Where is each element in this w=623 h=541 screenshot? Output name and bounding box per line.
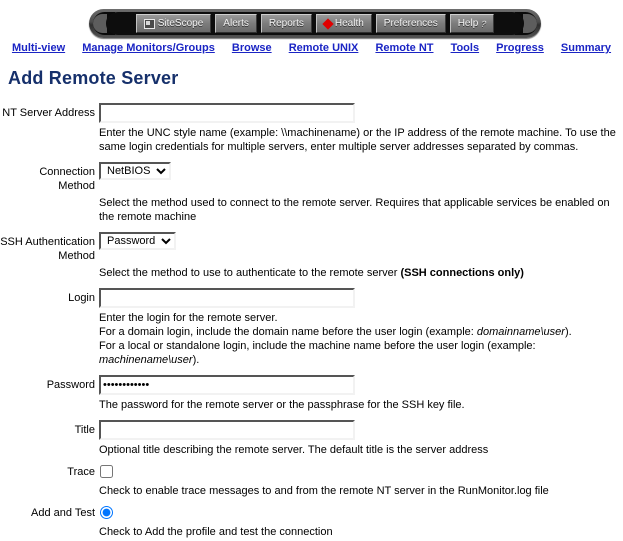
ssh-auth-method-help: Select the method to use to authenticate… — [99, 266, 619, 280]
add-and-test-label: Add and Test — [30, 507, 95, 519]
server-address-input[interactable] — [99, 103, 355, 123]
ssh-auth-method-help-text: Select the method to use to authenticate… — [99, 267, 401, 279]
nav-link-tools[interactable]: Tools — [451, 42, 480, 54]
login-help-line-2: For a domain login, include the domain n… — [99, 325, 619, 339]
add-and-test-help: Check to Add the profile and test the co… — [99, 526, 333, 538]
login-help-line-3: For a local or standalone login, include… — [99, 339, 619, 367]
connection-method-help: Select the method used to connect to the… — [99, 197, 610, 223]
toolbar-button-label: SiteScope — [157, 18, 204, 29]
toolbar-button-label: Help — [457, 18, 479, 29]
login-help-line-3-example: machinename\user — [99, 354, 193, 366]
server-address-label: NT Server Address — [2, 107, 95, 119]
field-row-ssh-auth-method: SSH Authentication Method Password — [0, 232, 623, 263]
field-row-connection-method: Connection Method NetBIOS — [0, 162, 623, 193]
login-help-line-1: Enter the login for the remote server. — [99, 312, 278, 324]
login-help-line-3-prefix: For a local or standalone login, include… — [99, 340, 536, 352]
trace-label: Trace — [67, 466, 95, 478]
nav-link-remote-unix[interactable]: Remote UNIX — [289, 42, 359, 54]
add-remote-server-form: NT Server Address Enter the UNC style na… — [0, 103, 623, 541]
toolbar-button-label: Health — [334, 18, 364, 29]
toolbar-button-alerts[interactable]: Alerts — [215, 14, 257, 33]
nav-link-summary[interactable]: Summary — [561, 42, 611, 54]
ssh-auth-method-select[interactable]: Password — [99, 232, 176, 250]
question-mark-icon: ? — [480, 18, 487, 29]
toolbar-button-health[interactable]: Health — [315, 14, 372, 33]
toolbar-button-label: Reports — [268, 18, 304, 29]
ssh-auth-method-help-bold: (SSH connections only) — [400, 267, 524, 279]
login-help-line-3-suffix: ). — [192, 354, 200, 366]
password-help: The password for the remote server or th… — [99, 399, 465, 411]
login-label: Login — [68, 292, 95, 304]
toolbar-button-label: Alerts — [223, 18, 249, 29]
login-help-line-2-suffix: ). — [564, 326, 572, 338]
connection-method-select[interactable]: NetBIOS — [99, 162, 171, 180]
login-help-line-2-example: domainname\user — [476, 326, 565, 338]
toolbar-button-reports[interactable]: Reports — [260, 14, 312, 33]
title-input[interactable] — [99, 420, 355, 440]
login-help: Enter the login for the remote server. F… — [99, 311, 619, 367]
server-address-help: Enter the UNC style name (example: \\mac… — [99, 127, 616, 153]
toolbar-button-sitescope[interactable]: SiteScope — [135, 14, 212, 33]
nav-link-manage-monitors[interactable]: Manage Monitors/Groups — [82, 42, 215, 54]
page-title: Add Remote Server — [8, 68, 179, 88]
nav-link-multi-view[interactable]: Multi-view — [12, 42, 65, 54]
secondary-navigation: Multi-view Manage Monitors/Groups Browse… — [0, 40, 623, 54]
login-input[interactable] — [99, 288, 355, 308]
field-row-title: Title — [0, 420, 623, 440]
monitor-icon — [143, 18, 155, 29]
toolbar-buttons: SiteScope Alerts Reports Health Preferen… — [106, 12, 524, 35]
trace-checkbox[interactable] — [100, 465, 113, 478]
login-help-line-2-prefix: For a domain login, include the domain n… — [99, 326, 477, 338]
password-label: Password — [46, 379, 95, 391]
toolbar-button-preferences[interactable]: Preferences — [375, 14, 446, 33]
toolbar-button-help[interactable]: Help ? — [449, 14, 495, 33]
trace-help: Check to enable trace messages to and fr… — [99, 485, 549, 497]
add-and-test-radio[interactable] — [100, 506, 113, 519]
toolbar-button-label: Preferences — [383, 18, 438, 29]
toolbar-frame: SiteScope Alerts Reports Health Preferen… — [89, 9, 541, 38]
field-row-login: Login — [0, 288, 623, 308]
password-input[interactable] — [99, 375, 355, 395]
nav-link-progress[interactable]: Progress — [496, 42, 544, 54]
connection-method-label: Connection Method — [39, 166, 95, 192]
field-row-trace: Trace — [0, 462, 623, 481]
ssh-auth-method-label: SSH Authentication Method — [0, 236, 95, 262]
title-label: Title — [74, 424, 95, 436]
nav-link-remote-nt[interactable]: Remote NT — [375, 42, 433, 54]
field-row-add-and-test: Add and Test — [0, 503, 623, 522]
red-diamond-icon — [322, 17, 334, 30]
field-row-server-address: NT Server Address — [0, 103, 623, 123]
nav-link-browse[interactable]: Browse — [232, 42, 272, 54]
title-help: Optional title describing the remote ser… — [99, 444, 489, 456]
top-toolbar: SiteScope Alerts Reports Health Preferen… — [0, 0, 623, 40]
field-row-password: Password — [0, 375, 623, 395]
